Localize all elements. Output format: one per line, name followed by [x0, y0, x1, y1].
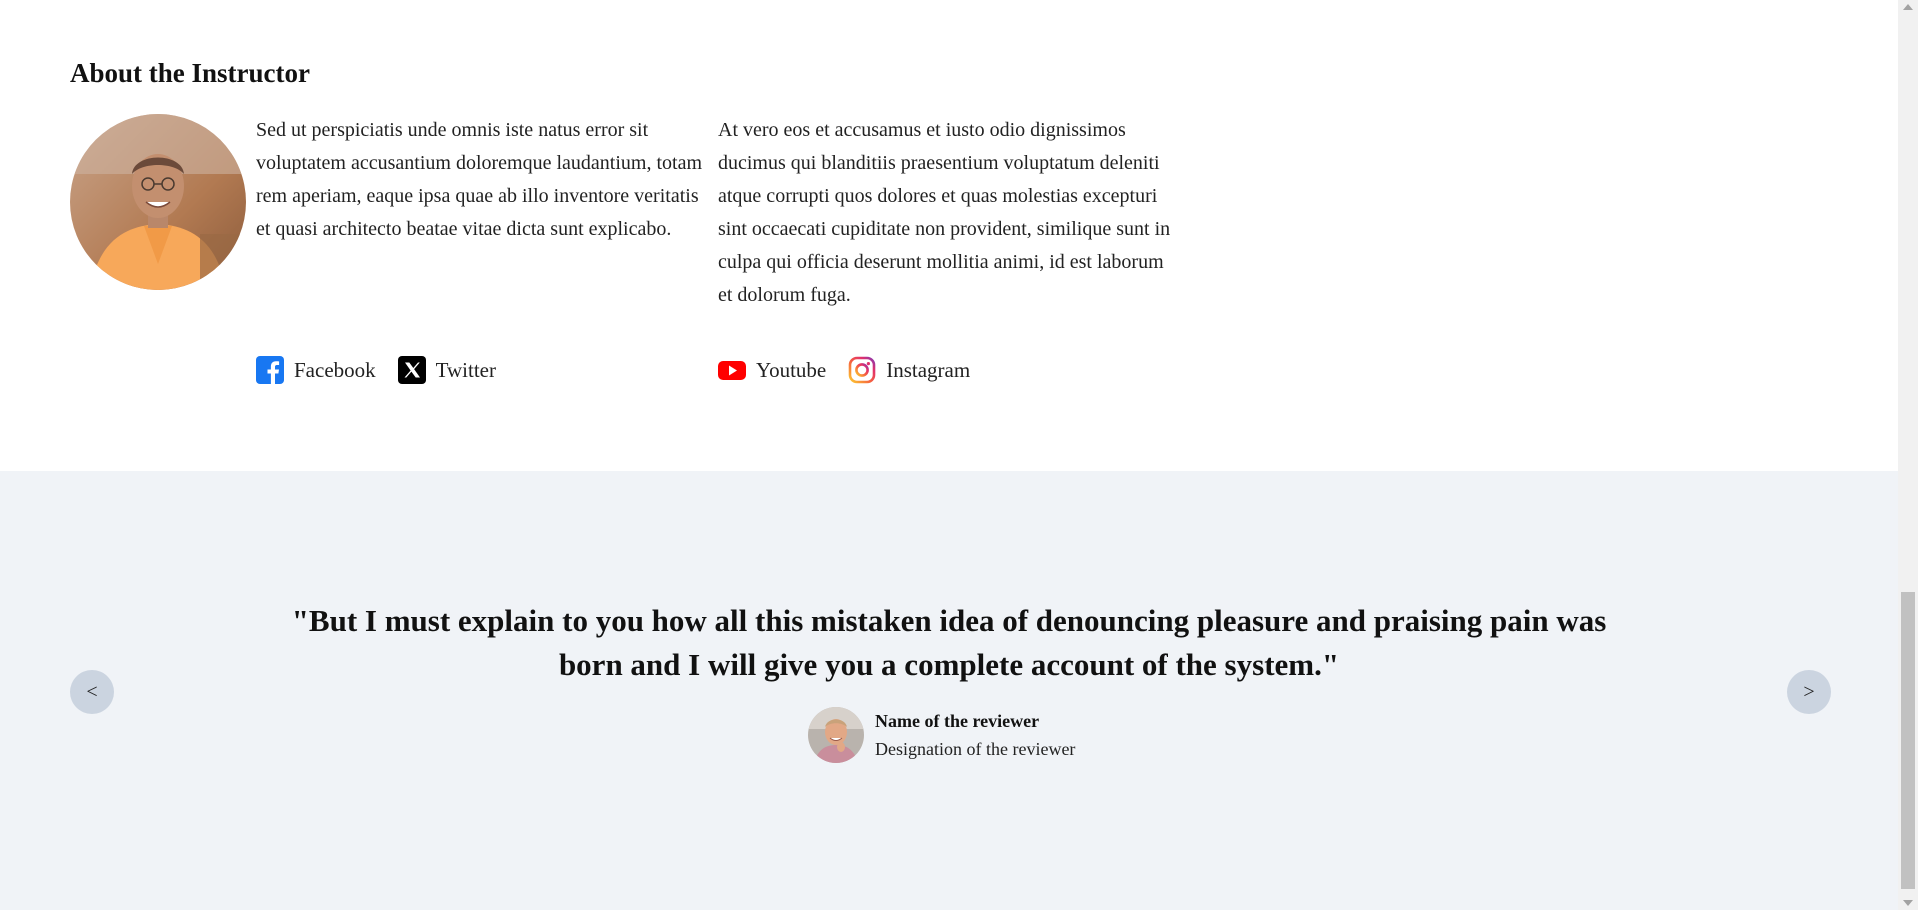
about-instructor-section: About the Instructor Sed ut perspiciatis…	[0, 0, 1898, 471]
bio-paragraph-right: At vero eos et accusamus et iusto odio d…	[718, 119, 1171, 306]
reviewer-avatar	[808, 707, 864, 763]
social-links-left: Facebook Twitter	[256, 356, 496, 384]
instagram-label: Instagram	[886, 358, 971, 382]
facebook-icon	[256, 356, 284, 384]
page: About the Instructor Sed ut perspiciatis…	[0, 0, 1898, 910]
testimonial-section: < "But I must explain to you how all thi…	[0, 471, 1898, 910]
section-title: About the Instructor	[70, 58, 310, 88]
scrollbar-thumb[interactable]	[1901, 592, 1915, 889]
testimonial-quote: "But I must explain to you how all this …	[291, 603, 1607, 682]
social-links-right: Youtube Instagram	[718, 356, 970, 384]
reviewer-name: Name of the reviewer	[875, 711, 1040, 731]
instagram-icon	[848, 356, 876, 384]
instagram-link[interactable]: Instagram	[848, 356, 970, 384]
reviewer-text: Name of the reviewer Designation of the …	[875, 707, 1075, 763]
previous-testimonial-button[interactable]: <	[70, 670, 114, 714]
twitter-label: Twitter	[435, 358, 497, 382]
twitter-link[interactable]: Twitter	[397, 356, 497, 384]
instructor-avatar	[70, 114, 246, 290]
next-testimonial-button[interactable]: >	[1787, 670, 1831, 714]
x-twitter-icon	[397, 356, 426, 384]
facebook-label: Facebook	[294, 358, 376, 382]
reviewer-info: Name of the reviewer Designation of the …	[808, 707, 1075, 763]
facebook-link[interactable]: Facebook	[256, 356, 376, 384]
page-scrollbar[interactable]	[1898, 0, 1918, 910]
youtube-link[interactable]: Youtube	[718, 356, 826, 384]
youtube-label: Youtube	[756, 358, 827, 382]
youtube-icon	[718, 356, 746, 384]
bio-paragraph-left: Sed ut perspiciatis unde omnis iste natu…	[256, 119, 702, 240]
reviewer-designation: Designation of the reviewer	[875, 739, 1076, 759]
scroll-up-arrow-icon[interactable]	[1903, 4, 1913, 10]
scroll-down-arrow-icon[interactable]	[1903, 900, 1913, 906]
